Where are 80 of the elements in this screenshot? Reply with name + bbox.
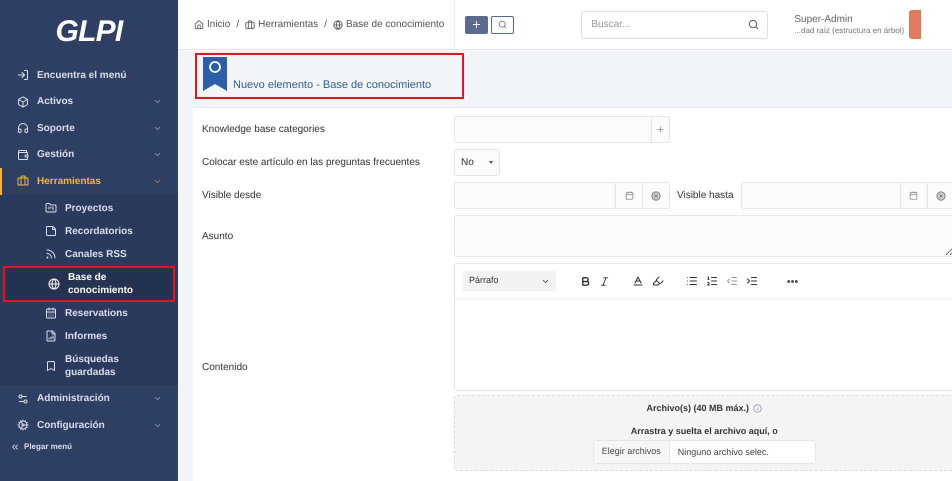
- field-label: Knowledge base categories: [202, 123, 326, 137]
- menu-icon: [45, 202, 57, 214]
- indent-icon[interactable]: [746, 275, 758, 287]
- add-button[interactable]: [465, 16, 488, 34]
- calendar-icon[interactable]: [624, 191, 634, 200]
- format-dropdown[interactable]: Párrafo: [463, 271, 556, 291]
- search-field[interactable]: Buscar...: [581, 10, 768, 38]
- outdent-icon[interactable]: [726, 275, 738, 287]
- sidebar-subitem[interactable]: Búsquedas guardadas: [0, 348, 178, 384]
- info-icon[interactable]: [753, 404, 762, 414]
- italic-icon[interactable]: [599, 276, 610, 286]
- sidebar-item[interactable]: Soporte: [0, 115, 178, 142]
- breadcrumb-link[interactable]: Base de conocimiento: [332, 17, 444, 32]
- plus-icon[interactable]: [656, 125, 665, 134]
- field-label: Visible desde: [202, 189, 262, 203]
- sidebar-subitem[interactable]: Proyectos: [0, 196, 178, 220]
- breadcrumb-icon: [332, 20, 343, 30]
- attachments-title: Archivo(s) (40 MB máx.): [646, 402, 750, 415]
- text-color-icon[interactable]: [632, 275, 644, 287]
- menu-icon: [17, 175, 29, 188]
- sidebar-subitem[interactable]: Base de conocimiento: [3, 266, 175, 302]
- menu-icon: [45, 330, 57, 342]
- sidebar-subitem[interactable]: Recordatorios: [0, 220, 178, 242]
- sidebar-item[interactable]: Activos: [0, 88, 178, 115]
- caret-icon: [489, 161, 493, 164]
- search-icon[interactable]: [748, 18, 760, 30]
- plus-icon: [471, 19, 482, 30]
- breadcrumb-icon: [194, 20, 204, 30]
- rich-text-editor[interactable]: Párrafo: [454, 263, 952, 391]
- sidebar-item[interactable]: Configuración: [0, 412, 178, 438]
- collapse-icon: [10, 442, 20, 452]
- sidebar-item[interactable]: Administración: [0, 386, 178, 412]
- menu-icon: [45, 248, 57, 260]
- faq-select[interactable]: No: [454, 149, 500, 176]
- menu-icon: [17, 69, 29, 82]
- menu-icon: [45, 307, 57, 319]
- logo[interactable]: GLPI: [55, 8, 122, 54]
- highlight-icon[interactable]: [652, 275, 664, 287]
- menu-icon: [17, 122, 29, 134]
- drop-hint: Arrastra y suelta el archivo aquí, o: [630, 424, 778, 438]
- search-icon: [498, 20, 508, 29]
- sidebar-item[interactable]: Gestión: [0, 142, 178, 168]
- file-status: Ninguno archivo selec.: [676, 446, 770, 459]
- user-avatar[interactable]: [909, 10, 922, 39]
- search-button[interactable]: [491, 16, 514, 34]
- menu-icon: [48, 278, 60, 290]
- breadcrumb-icon: [245, 20, 256, 30]
- field-label: Contenido: [202, 360, 249, 374]
- user-name[interactable]: Super-Admin: [794, 14, 904, 24]
- menu-icon: [45, 360, 57, 372]
- field-label: Colocar este artículo en las preguntas frecuentes: [202, 156, 421, 170]
- file-drop-zone[interactable]: Archivo(s) (40 MB máx.) Arrastra y suelta el archivo aquí, o Elegir archivos Ninguno archivo selec.: [454, 395, 952, 471]
- date-field[interactable]: [740, 182, 952, 209]
- field-label: Visible hasta: [677, 189, 734, 203]
- numbered-list-icon[interactable]: [706, 275, 718, 287]
- file-field[interactable]: Elegir archivos Ninguno archivo selec.: [592, 440, 816, 464]
- sidebar-subitem[interactable]: Informes: [0, 324, 178, 348]
- sidebar-subitem[interactable]: Canales RSS: [0, 242, 178, 266]
- date-field[interactable]: [454, 182, 670, 209]
- menu-icon: [17, 419, 29, 432]
- menu-icon: [45, 225, 57, 237]
- collapse-menu-link[interactable]: Plegar menú: [0, 440, 178, 452]
- bold-icon[interactable]: [580, 276, 591, 286]
- menu-icon: [17, 148, 29, 161]
- sidebar-item[interactable]: Encuentra el menú: [0, 62, 178, 88]
- entity-name[interactable]: ...dad raíz (estructura en árbol): [794, 24, 904, 36]
- breadcrumb-separator: /: [324, 18, 327, 32]
- sidebar-subitem[interactable]: Reservations: [0, 302, 178, 324]
- subject-field[interactable]: [454, 215, 952, 257]
- breadcrumb-link[interactable]: Herramientas: [245, 17, 318, 32]
- field-label: Asunto: [202, 230, 234, 244]
- menu-icon: [17, 392, 29, 405]
- breadcrumb-link[interactable]: Inicio: [194, 17, 230, 32]
- choose-files-button[interactable]: Elegir archivos: [594, 441, 670, 463]
- clear-icon[interactable]: [651, 190, 661, 200]
- form-title: Nuevo elemento - Base de conocimiento: [195, 53, 464, 99]
- menu-icon: [17, 96, 29, 108]
- calendar-icon[interactable]: [909, 191, 918, 200]
- breadcrumb-separator: /: [236, 18, 240, 32]
- clear-icon[interactable]: [936, 190, 946, 200]
